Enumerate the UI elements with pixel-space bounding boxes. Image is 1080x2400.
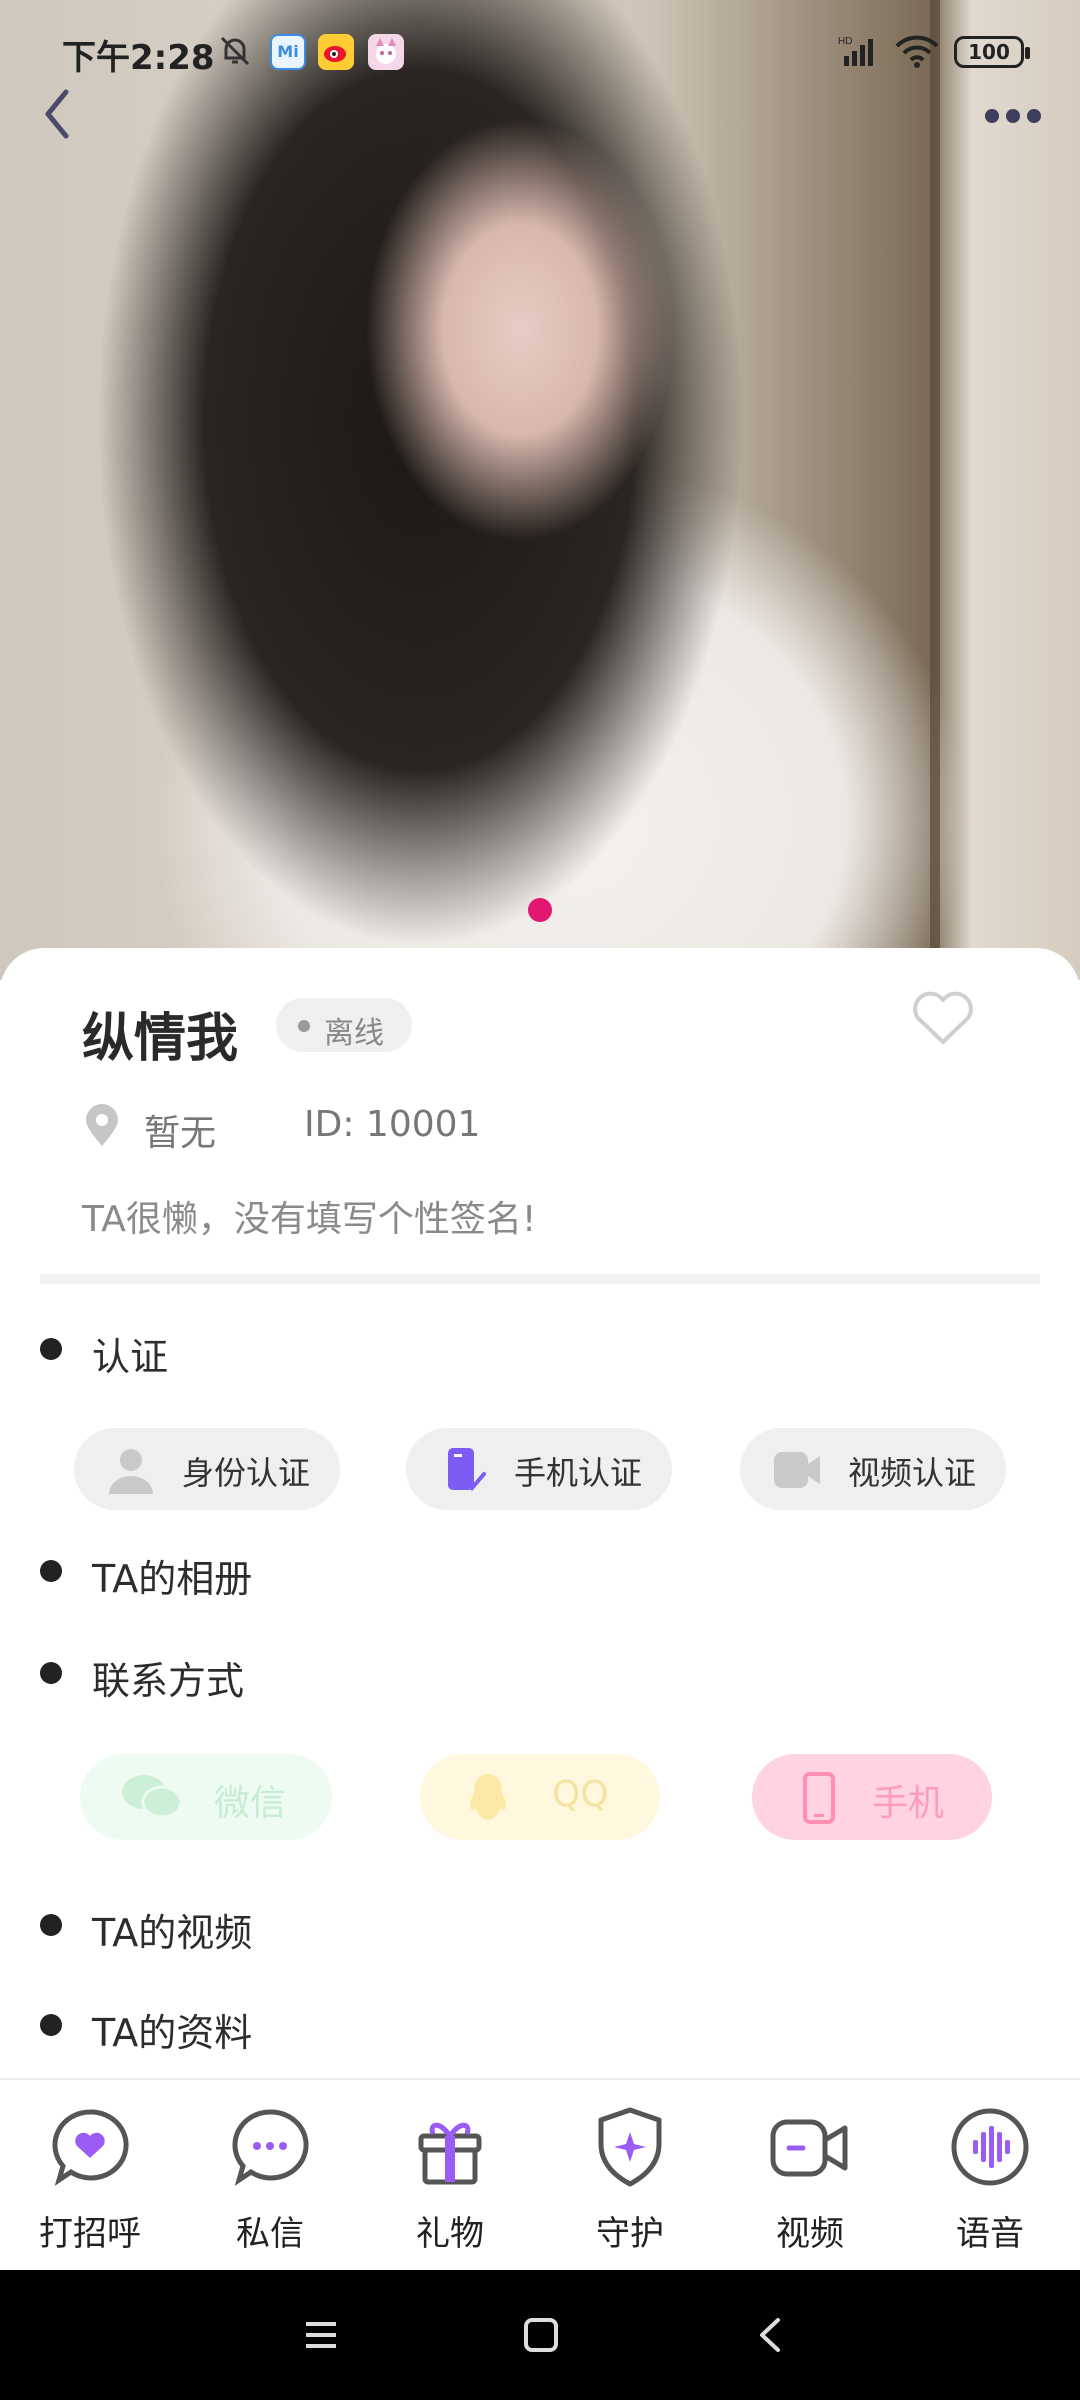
status-bar: 下午2:28 Mi HD 100	[0, 0, 1080, 110]
message-icon	[232, 2109, 309, 2186]
favorite-heart-icon[interactable]	[910, 988, 976, 1048]
heart-bubble-icon	[52, 2109, 129, 2186]
voice-icon	[951, 2108, 1029, 2186]
phone-icon	[803, 1772, 835, 1824]
home-icon[interactable]	[520, 2314, 562, 2356]
cert-video-label: 视频认证	[848, 1454, 977, 1492]
bullet-videos	[40, 1914, 62, 1936]
action-gift-label: 礼物	[416, 2214, 484, 2254]
signal-icon: HD	[838, 36, 873, 66]
action-video-label: 视频	[776, 2214, 844, 2254]
action-message-label: 私信	[236, 2214, 304, 2254]
system-navigation-bar	[0, 2270, 1080, 2400]
photo-page-indicator	[528, 898, 552, 922]
back-arrow-icon[interactable]	[36, 84, 80, 144]
recent-apps-icon[interactable]	[300, 2314, 342, 2356]
bullet-album	[40, 1560, 62, 1582]
qq-icon	[469, 1774, 507, 1820]
contact-phone-label: 手机	[872, 1783, 945, 1824]
gift-icon	[418, 2122, 482, 2185]
location-text: 暂无	[144, 1113, 217, 1154]
action-voice-label: 语音	[956, 2214, 1024, 2254]
cert-phone-label: 手机认证	[514, 1454, 643, 1492]
video-call-icon	[770, 2119, 848, 2177]
section-divider	[40, 1274, 1040, 1284]
wechat-icon	[122, 1775, 183, 1819]
phone-check-icon	[448, 1448, 486, 1491]
svg-text:HD: HD	[838, 36, 852, 47]
profile-name: 纵情我	[82, 1009, 239, 1069]
action-video-button[interactable]: 视频	[730, 2106, 890, 2256]
action-message-button[interactable]: 私信	[190, 2106, 350, 2256]
section-title-album[interactable]: TA的相册	[92, 1548, 252, 1603]
action-bar: 打招呼 私信 礼物 守护 视频 语音	[0, 2078, 1080, 2270]
section-title-contact: 联系方式	[92, 1659, 245, 1703]
system-back-icon[interactable]	[750, 2314, 792, 2356]
cert-identity[interactable]: 身份认证	[74, 1428, 340, 1510]
profile-photo[interactable]	[0, 0, 1080, 980]
contact-wechat-button[interactable]: 微信	[80, 1754, 332, 1840]
contact-qq-label: QQ	[552, 1774, 609, 1815]
person-icon	[109, 1449, 153, 1494]
profile-card: 纵情我 离线 暂无 ID: 10001 TA很懒，没有填写个性签名! 认证 身份…	[0, 948, 1080, 2078]
photo-door-frame	[930, 0, 940, 980]
action-guard-label: 守护	[596, 2214, 664, 2254]
video-camera-icon	[774, 1452, 820, 1488]
action-voice-button[interactable]: 语音	[910, 2106, 1070, 2256]
cert-phone[interactable]: 手机认证	[406, 1428, 672, 1510]
cert-video[interactable]: 视频认证	[740, 1428, 1006, 1510]
action-greet-button[interactable]: 打招呼	[10, 2106, 170, 2256]
bullet-certification	[40, 1338, 62, 1360]
anime-app-icon	[368, 34, 404, 70]
contact-wechat-label: 微信	[214, 1783, 287, 1824]
online-status-badge: 离线	[276, 998, 412, 1052]
action-greet-label: 打招呼	[39, 2214, 141, 2254]
weibo-app-icon	[318, 34, 354, 70]
cert-identity-label: 身份认证	[182, 1454, 311, 1492]
status-time: 下午2:28	[62, 38, 215, 78]
bullet-contact	[40, 1662, 62, 1684]
mi-app-icon: Mi	[270, 34, 306, 70]
action-guard-button[interactable]: 守护	[550, 2106, 710, 2256]
user-id: ID: 10001	[304, 1104, 481, 1145]
section-title-certification: 认证	[92, 1335, 169, 1379]
shield-star-icon	[598, 2107, 662, 2187]
wifi-icon	[895, 35, 939, 68]
mute-bell-icon	[220, 36, 250, 66]
location-pin-icon	[86, 1104, 118, 1146]
section-title-info[interactable]: TA的资料	[92, 2002, 252, 2057]
battery-icon: 100	[954, 36, 1030, 68]
bullet-info	[40, 2014, 62, 2036]
offline-dot-icon	[298, 1020, 310, 1032]
contact-qq-button[interactable]: QQ	[420, 1754, 660, 1840]
section-title-videos[interactable]: TA的视频	[92, 1902, 252, 1957]
action-gift-button[interactable]: 礼物	[370, 2106, 530, 2256]
online-status-label: 离线	[324, 1016, 384, 1051]
more-options-icon[interactable]	[984, 104, 1042, 128]
contact-phone-button[interactable]: 手机	[752, 1754, 992, 1840]
signature-text: TA很懒，没有填写个性签名!	[82, 1199, 537, 1240]
